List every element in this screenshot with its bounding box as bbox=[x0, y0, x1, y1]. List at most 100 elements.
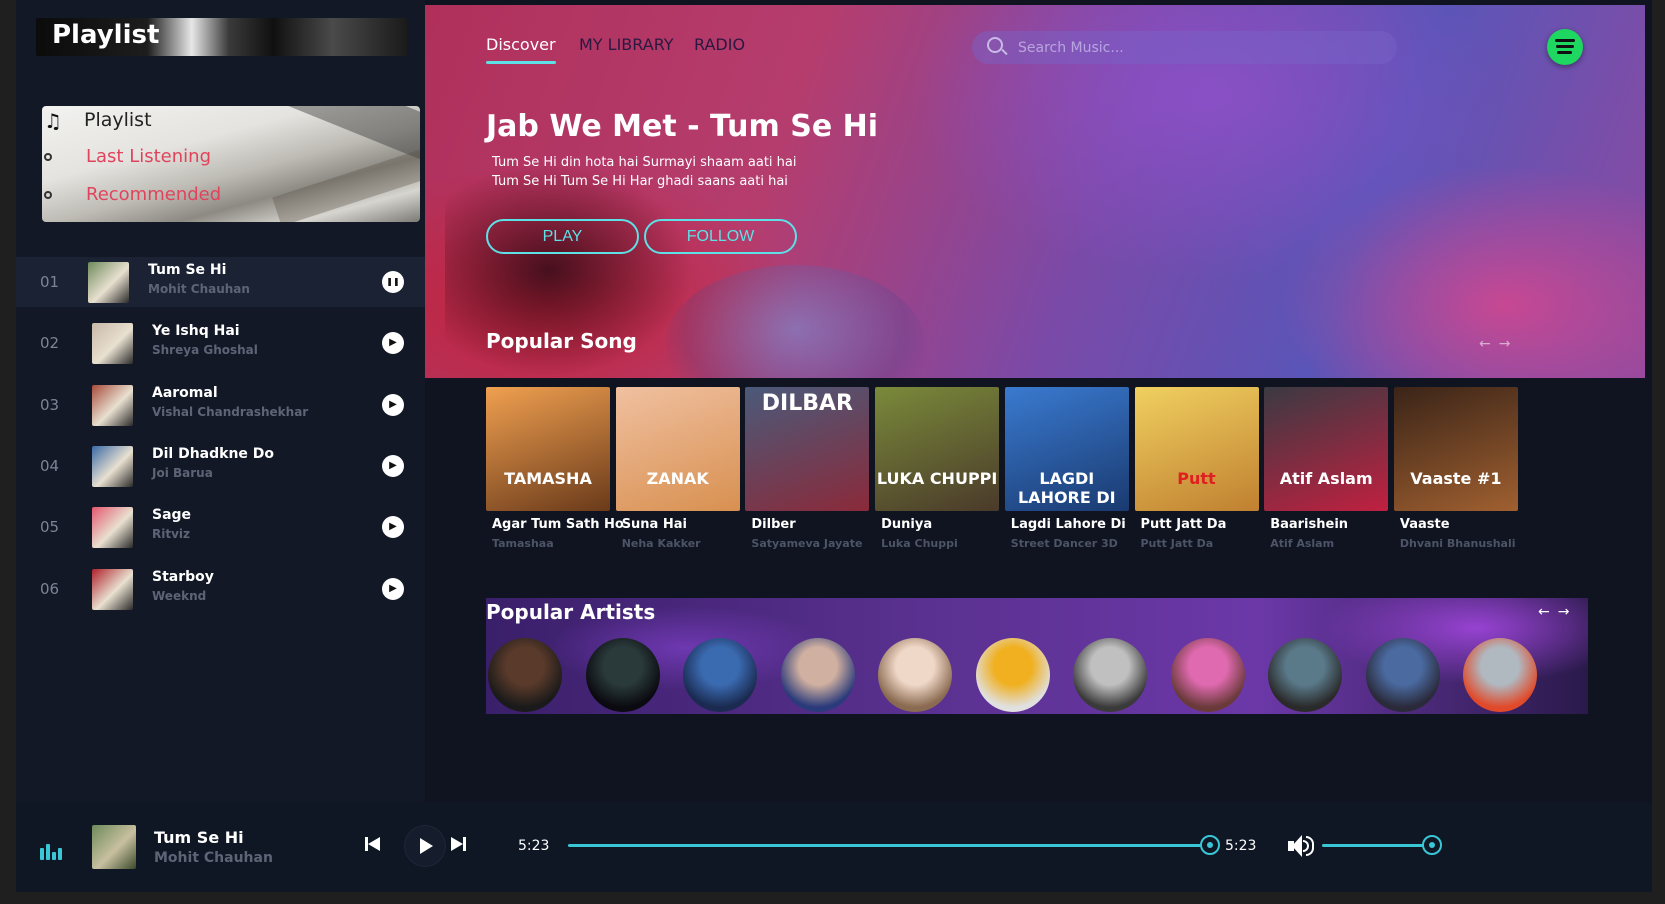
cover-title: ZANAK bbox=[646, 469, 709, 488]
track-title: Tum Se Hi bbox=[148, 262, 227, 278]
artist-avatar[interactable] bbox=[975, 638, 1050, 712]
song-subtitle: Putt Jatt Da bbox=[1140, 537, 1214, 550]
progress-bar[interactable] bbox=[568, 844, 1210, 847]
artist-avatar[interactable] bbox=[1073, 638, 1147, 712]
search-input[interactable] bbox=[972, 31, 1397, 64]
artist-carousel-arrows: ←→ bbox=[1538, 604, 1577, 620]
play-icon[interactable]: ▶ bbox=[382, 454, 404, 477]
cover-title: DILBAR bbox=[761, 391, 853, 416]
track-thumbnail bbox=[88, 262, 129, 303]
arrow-left-icon[interactable]: ← bbox=[1479, 336, 1499, 352]
volume-button[interactable] bbox=[1288, 835, 1316, 857]
now-playing-artist: Mohit Chauhan bbox=[154, 850, 273, 866]
track-artist: Weeknd bbox=[152, 588, 207, 603]
tab-radio[interactable]: RADIO bbox=[694, 35, 745, 54]
artist-avatar[interactable] bbox=[878, 638, 952, 712]
arrow-left-icon[interactable]: ← bbox=[1538, 604, 1558, 620]
duration-time: 5:23 bbox=[1225, 838, 1257, 854]
track-row[interactable]: 06 Starboy Weeknd ▶ bbox=[16, 564, 425, 614]
song-carousel-arrows: ←→ bbox=[1479, 336, 1518, 352]
play-icon[interactable]: ▶ bbox=[382, 393, 404, 416]
track-number: 05 bbox=[40, 518, 60, 537]
equalizer-icon bbox=[40, 844, 62, 860]
track-number: 02 bbox=[40, 334, 60, 353]
song-subtitle: Satyameva Jayate bbox=[751, 537, 863, 550]
artist-avatar[interactable] bbox=[780, 638, 855, 712]
artist-avatar[interactable] bbox=[488, 638, 562, 712]
song-title: Suna Hai bbox=[621, 517, 687, 532]
song-cover[interactable]: TAMASHA bbox=[486, 387, 610, 511]
cover-title: Atif Aslam bbox=[1279, 469, 1373, 488]
song-card[interactable]: Atif Aslam Baarishein Atif Aslam bbox=[1264, 387, 1389, 550]
volume-slider[interactable] bbox=[1322, 844, 1432, 847]
bullet-icon bbox=[44, 153, 52, 161]
cover-title: LAGDI LAHORE DI bbox=[1017, 469, 1116, 507]
artist-avatar[interactable] bbox=[1170, 638, 1245, 712]
previous-track-button[interactable] bbox=[365, 836, 381, 852]
play-icon[interactable]: ▶ bbox=[382, 516, 404, 539]
track-row[interactable]: 02 Ye Ishq Hai Shreya Ghoshal ▶ bbox=[16, 318, 425, 368]
song-subtitle: Neha Kakker bbox=[621, 537, 701, 550]
track-number: 01 bbox=[40, 273, 60, 291]
track-title: Ye Ishq Hai bbox=[152, 323, 240, 340]
track-thumbnail bbox=[92, 445, 133, 487]
track-row[interactable]: 03 Aaromal Vishal Chandrashekhar ▶ bbox=[16, 380, 425, 430]
play-button[interactable]: PLAY bbox=[486, 219, 639, 254]
song-title: Dilber bbox=[751, 517, 796, 532]
artist-avatar[interactable] bbox=[1365, 638, 1440, 712]
follow-button[interactable]: FOLLOW bbox=[644, 219, 797, 254]
play-icon[interactable]: ▶ bbox=[382, 577, 404, 600]
play-icon bbox=[420, 838, 433, 854]
cover-title: Vaaste #1 bbox=[1410, 469, 1502, 488]
arrow-right-icon[interactable]: → bbox=[1499, 336, 1519, 352]
song-card[interactable]: DILBAR Dilber Satyameva Jayate bbox=[745, 387, 870, 550]
track-title: Starboy bbox=[152, 568, 214, 585]
artist-avatar[interactable] bbox=[683, 638, 757, 712]
menu-item-playlist[interactable]: Playlist bbox=[84, 109, 152, 131]
song-card[interactable]: Vaaste #1 Vaaste Dhvani Bhanushali bbox=[1393, 387, 1518, 550]
track-artist: Shreya Ghoshal bbox=[152, 343, 258, 358]
song-cover[interactable]: ZANAK bbox=[615, 387, 740, 511]
play-icon[interactable]: ▶ bbox=[382, 332, 404, 355]
track-thumbnail bbox=[92, 384, 133, 426]
song-cover[interactable]: LUKA CHUPPI bbox=[875, 387, 1000, 511]
song-cover[interactable]: DILBAR bbox=[745, 387, 870, 511]
artist-avatar[interactable] bbox=[1463, 638, 1537, 712]
song-cover[interactable]: LAGDI LAHORE DI bbox=[1004, 387, 1129, 511]
song-card[interactable]: LAGDI LAHORE DI Lagdi Lahore Di Street Dan… bbox=[1004, 387, 1129, 550]
song-cover[interactable]: Vaaste #1 bbox=[1393, 387, 1518, 511]
menu-item-last-listening[interactable]: Last Listening bbox=[86, 146, 211, 167]
track-number: 03 bbox=[40, 395, 60, 414]
track-thumbnail bbox=[92, 323, 133, 365]
song-title: Duniya bbox=[881, 517, 933, 532]
song-subtitle: Dhvani Bhanushali bbox=[1399, 537, 1516, 550]
progress-knob[interactable] bbox=[1200, 835, 1220, 855]
song-card[interactable]: ZANAK Suna Hai Neha Kakker bbox=[615, 387, 740, 550]
track-artist: Joi Barua bbox=[152, 465, 213, 480]
track-row[interactable]: 05 Sage Ritviz ▶ bbox=[16, 502, 425, 552]
volume-knob[interactable] bbox=[1422, 835, 1442, 855]
spotify-icon[interactable] bbox=[1547, 29, 1583, 65]
track-number: 04 bbox=[40, 456, 60, 475]
song-card[interactable]: Putt Putt Jatt Da Putt Jatt Da bbox=[1134, 387, 1259, 550]
song-cover[interactable]: Atif Aslam bbox=[1264, 387, 1389, 511]
tab-my-library[interactable]: MY LIBRARY bbox=[579, 35, 674, 54]
song-card[interactable]: TAMASHA Agar Tum Sath Ho Tamashaa bbox=[486, 387, 624, 550]
arrow-right-icon[interactable]: → bbox=[1558, 604, 1578, 620]
artist-avatar[interactable] bbox=[1268, 638, 1342, 712]
player-play-button[interactable] bbox=[405, 826, 445, 866]
song-cover[interactable]: Putt bbox=[1134, 387, 1259, 511]
artist-avatar[interactable] bbox=[585, 638, 660, 712]
next-track-button[interactable] bbox=[451, 836, 467, 852]
track-artist: Mohit Chauhan bbox=[148, 282, 250, 296]
pause-icon[interactable]: ❚❚ bbox=[382, 271, 404, 293]
music-app: Playlist ♫ Playlist Last Listening Recom… bbox=[16, 0, 1652, 892]
hero-lyric-line: Tum Se Hi din hota hai Surmayi shaam aat… bbox=[492, 155, 797, 170]
song-card[interactable]: LUKA CHUPPI Duniya Luka Chuppi bbox=[875, 387, 1000, 550]
track-row[interactable]: 04 Dil Dhadkne Do Joi Barua ▶ bbox=[16, 441, 425, 491]
menu-item-recommended[interactable]: Recommended bbox=[86, 184, 221, 205]
track-row[interactable]: 01 Tum Se Hi Mohit Chauhan ❚❚ bbox=[16, 257, 425, 307]
player-bar: Tum Se Hi Mohit Chauhan 5:23 5:23 bbox=[16, 802, 1652, 892]
track-artist: Vishal Chandrashekhar bbox=[152, 404, 309, 419]
tab-discover[interactable]: Discover bbox=[486, 35, 556, 54]
